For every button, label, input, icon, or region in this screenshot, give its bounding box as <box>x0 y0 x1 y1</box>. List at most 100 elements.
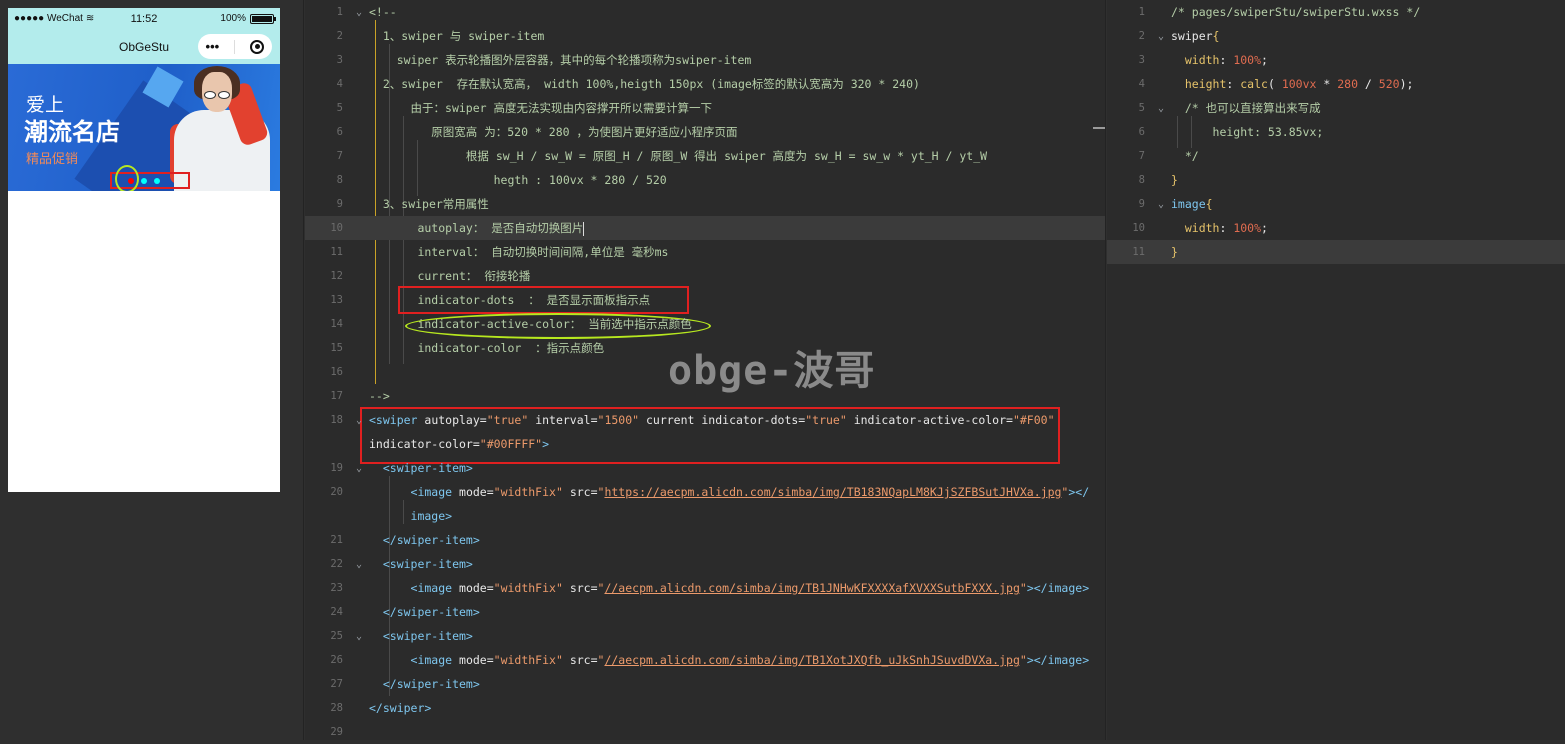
line-number: 11 <box>1132 246 1145 258</box>
line-number: 7 <box>336 150 343 162</box>
more-icon[interactable]: ••• <box>206 39 220 54</box>
line-number: 5 <box>336 102 343 114</box>
code-token: /* 也可以直接算出来写成 <box>1171 101 1321 115</box>
text-cursor <box>583 221 585 236</box>
code-line[interactable]: 9 3、swiper常用属性 <box>305 192 1105 216</box>
fold-chevron-icon[interactable]: ⌄ <box>1151 31 1171 42</box>
code-line[interactable]: 1 ⌄ <!-- <box>305 0 1105 24</box>
code-text: <image mode="widthFix" src= "//aecpm.alic… <box>369 653 1090 667</box>
code-token: interval： 自动切换时间间隔,单位是 毫秒ms <box>369 245 669 259</box>
code-token: 100% <box>1233 221 1262 235</box>
code-token: ); <box>1399 77 1414 91</box>
code-token: hegth : 100vx * 280 / 520 <box>369 173 667 187</box>
code-line[interactable]: 6 原图宽高 为：520 * 280 ，为使图片更好适应小程序页面 <box>305 120 1105 144</box>
code-token: <swiper <box>369 413 418 427</box>
code-line[interactable]: 2 ⌄ swiper{ <box>1107 24 1565 48</box>
code-text: hegth : 100vx * 280 / 520 <box>369 173 667 187</box>
line-number: 8 <box>1138 174 1145 186</box>
code-line[interactable]: 21 </swiper-item> <box>305 528 1105 552</box>
minimap-scroll-thumb[interactable] <box>1093 127 1105 129</box>
fold-chevron-icon[interactable]: ⌄ <box>349 7 369 18</box>
code-token: src= <box>562 581 598 595</box>
code-line[interactable]: 1 /* pages/swiperStu/swiperStu.wxss */ <box>1107 0 1565 24</box>
line-number: 3 <box>1138 54 1145 66</box>
code-line[interactable]: 7 */ <box>1107 144 1565 168</box>
code-token: /* pages/swiperStu/swiperStu.wxss */ <box>1171 5 1421 19</box>
code-text: <image mode="widthFix" src= "//aecpm.alic… <box>369 581 1090 595</box>
code-token: swiper 表示轮播图外层容器，其中的每个轮播项称为swiper-item <box>369 53 752 67</box>
code-line[interactable]: 23 <image mode="widthFix" src= "//aecpm.a… <box>305 576 1105 600</box>
fold-chevron-icon[interactable]: ⌄ <box>349 559 369 570</box>
line-number: 23 <box>330 582 343 594</box>
code-line[interactable]: 19 ⌄ <swiper-item> <box>305 456 1105 480</box>
page-title: ObGeStu <box>118 39 170 54</box>
code-text: </swiper-item> <box>369 605 480 619</box>
code-line[interactable]: 10 width: 100%; <box>1107 216 1565 240</box>
banner-subline: 精品促销 <box>26 152 79 167</box>
fold-chevron-icon[interactable]: ⌄ <box>1151 103 1171 114</box>
code-line[interactable]: 11} <box>1107 240 1565 264</box>
code-line[interactable]: 9 ⌄ image{ <box>1107 192 1565 216</box>
code-token: //aecpm.alicdn.com/simba/img/TB1XotJXQfb… <box>604 653 1020 667</box>
code-text: 原图宽高 为：520 * 280 ，为使图片更好适应小程序页面 <box>369 124 737 140</box>
code-line[interactable]: 28 </swiper> <box>305 696 1105 720</box>
code-line[interactable]: 20 <image mode="widthFix" src="https://a… <box>305 480 1105 504</box>
code-token: <swiper-item> <box>369 557 473 571</box>
fold-chevron-icon[interactable]: ⌄ <box>349 415 369 426</box>
code-token: 520 <box>1378 77 1400 91</box>
code-line[interactable]: 3 width: 100%; <box>1107 48 1565 72</box>
code-token: height: 53.85vx; <box>1171 125 1324 139</box>
code-line[interactable]: 25 ⌄ <swiper-item> <box>305 624 1105 648</box>
code-text: height: 53.85vx; <box>1171 125 1324 139</box>
code-line[interactable]: 5 ⌄ /* 也可以直接算出来写成 <box>1107 96 1565 120</box>
code-line[interactable]: 29 <box>305 720 1105 744</box>
code-line[interactable]: 4 2、swiper 存在默认宽高， width 100%,heigth 150… <box>305 72 1105 96</box>
code-line[interactable]: 12 current： 衔接轮播 <box>305 264 1105 288</box>
fold-chevron-icon[interactable]: ⌄ <box>349 463 369 474</box>
code-text: current： 衔接轮播 <box>369 268 530 284</box>
code-line[interactable]: indicator-color="#00FFFF"> <box>305 432 1105 456</box>
wifi-icon: ≋ <box>85 13 95 24</box>
code-line[interactable]: 10 autoplay： 是否自动切换图片 <box>305 216 1105 240</box>
code-line[interactable]: 26 <image mode="widthFix" src= "//aecpm.a… <box>305 648 1105 672</box>
nav-bar: ObGeStu ••• <box>8 29 280 64</box>
code-line[interactable]: 8} <box>1107 168 1565 192</box>
line-number: 9 <box>1138 198 1145 210</box>
code-line[interactable]: 22 ⌄ <swiper-item> <box>305 552 1105 576</box>
code-line[interactable]: 13 indicator-dots ： 是否显示面板指示点 <box>305 288 1105 312</box>
fold-chevron-icon[interactable]: ⌄ <box>1151 199 1171 210</box>
code-token: ></ <box>1068 485 1090 499</box>
code-token: "true" <box>805 413 847 427</box>
code-line[interactable]: 7 根据 sw_H / sw_W = 原图_H / 原图_W 得出 swiper… <box>305 144 1105 168</box>
code-line[interactable]: 6 height: 53.85vx; <box>1107 120 1565 144</box>
code-token: "#00FFFF" <box>479 437 543 451</box>
code-line[interactable]: 18 ⌄ <swiper autoplay="true" interval="150… <box>305 408 1105 432</box>
code-token: --> <box>369 389 390 403</box>
line-number: 18 <box>330 414 343 426</box>
close-target-icon[interactable] <box>250 39 265 54</box>
code-line[interactable]: image> <box>305 504 1105 528</box>
swiper-banner[interactable]: 爱上 潮流名店 精品促销 <box>8 64 280 191</box>
code-token: height <box>1171 77 1227 91</box>
code-token: } <box>1171 173 1178 187</box>
code-line[interactable]: 8 hegth : 100vx * 280 / 520 <box>305 168 1105 192</box>
capsule-menu[interactable]: ••• <box>198 34 272 59</box>
code-token: https://aecpm.alicdn.com/simba/img/TB183… <box>604 485 1062 499</box>
code-text: </swiper-item> <box>369 533 480 547</box>
code-text: width: 100%; <box>1171 221 1268 235</box>
code-token: " <box>1019 653 1027 667</box>
code-token: </swiper-item> <box>369 605 480 619</box>
code-line[interactable]: 2 1、swiper 与 swiper-item <box>305 24 1105 48</box>
code-token: width <box>1171 221 1220 235</box>
code-line[interactable]: 14 indicator-active-color： 当前选中指示点颜色 <box>305 312 1105 336</box>
code-line[interactable]: 3 swiper 表示轮播图外层容器，其中的每个轮播项称为swiper-item <box>305 48 1105 72</box>
fold-chevron-icon[interactable]: ⌄ <box>349 631 369 642</box>
code-text: </swiper> <box>369 701 431 715</box>
code-line[interactable]: 24 </swiper-item> <box>305 600 1105 624</box>
code-line[interactable]: 4 height: calc( 100vx * 280 / 520); <box>1107 72 1565 96</box>
code-line[interactable]: 27 </swiper-item> <box>305 672 1105 696</box>
code-token: <image <box>369 581 453 595</box>
code-line[interactable]: 11 interval： 自动切换时间间隔,单位是 毫秒ms <box>305 240 1105 264</box>
code-line[interactable]: 5 由于：swiper 高度无法实现由内容撑开所以需要计算一下 <box>305 96 1105 120</box>
wxss-editor[interactable]: 1/* pages/swiperStu/swiperStu.wxss */2 ⌄ s… <box>1107 0 1565 740</box>
